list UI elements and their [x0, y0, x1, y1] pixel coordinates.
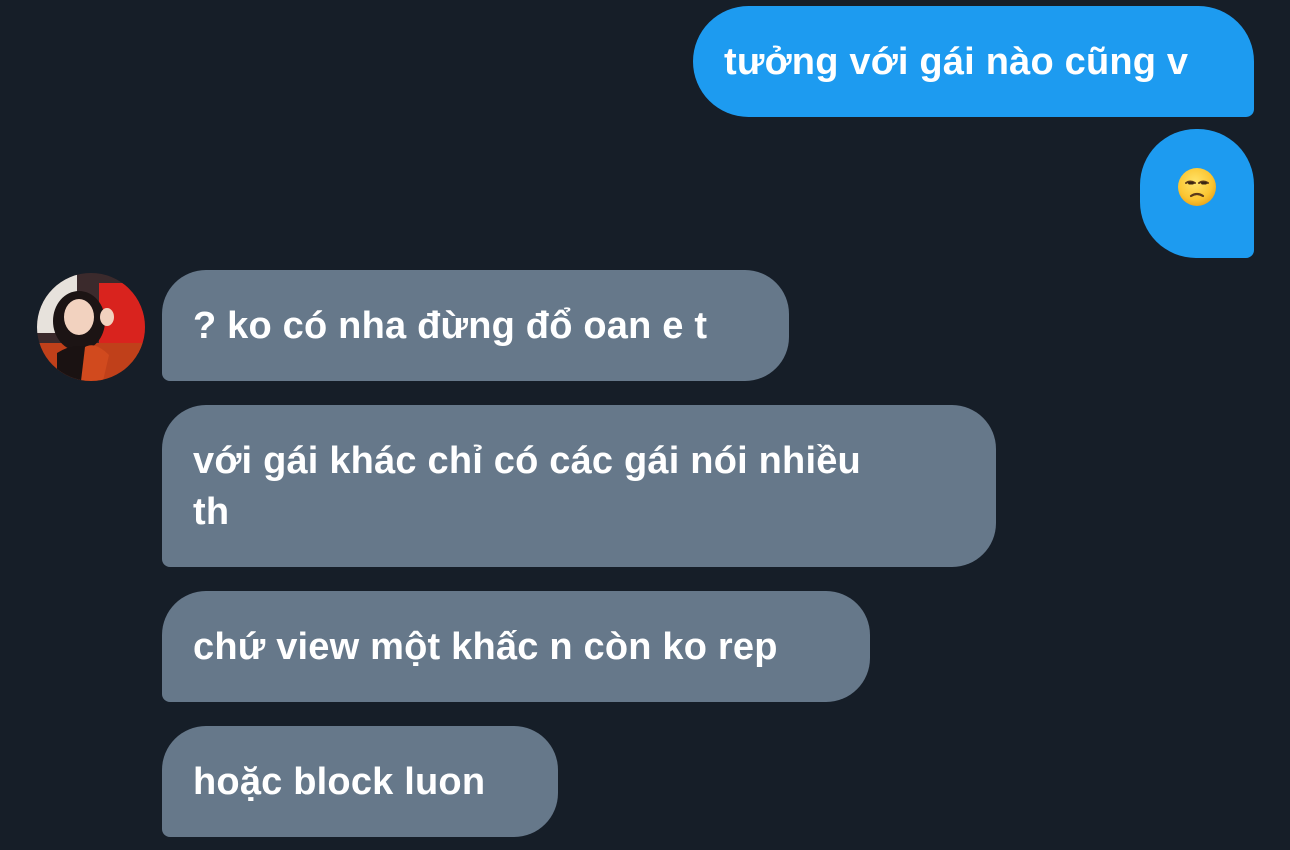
- incoming-message-bubble[interactable]: với gái khác chỉ có các gái nói nhiều th: [162, 405, 996, 567]
- outgoing-emoji-bubble[interactable]: [1140, 129, 1254, 258]
- outgoing-message-bubble[interactable]: tưởng với gái nào cũng v: [693, 6, 1254, 117]
- message-text: ? ko có nha đừng đổ oan e t: [193, 305, 708, 347]
- message-text: tưởng với gái nào cũng v: [724, 41, 1189, 83]
- avatar-photo: [37, 273, 145, 381]
- message-text-line-1: với gái khác chỉ có các gái nói nhiều: [193, 440, 861, 482]
- message-text: chứ view một khấc n còn ko rep: [193, 626, 778, 668]
- incoming-message-bubble[interactable]: chứ view một khấc n còn ko rep: [162, 591, 870, 702]
- incoming-message-bubble[interactable]: hoặc block luon: [162, 726, 558, 837]
- chat-thread: tưởng với gái nào cũng v ? ko có nha đừn…: [0, 0, 1290, 850]
- unamused-face-icon: [1178, 167, 1216, 206]
- sender-avatar[interactable]: [37, 273, 145, 381]
- message-text-line-2: th: [193, 491, 230, 533]
- incoming-message-bubble[interactable]: ? ko có nha đừng đổ oan e t: [162, 270, 789, 381]
- message-text: hoặc block luon: [193, 761, 486, 803]
- unamused-face-emoji-icon: [1177, 167, 1217, 221]
